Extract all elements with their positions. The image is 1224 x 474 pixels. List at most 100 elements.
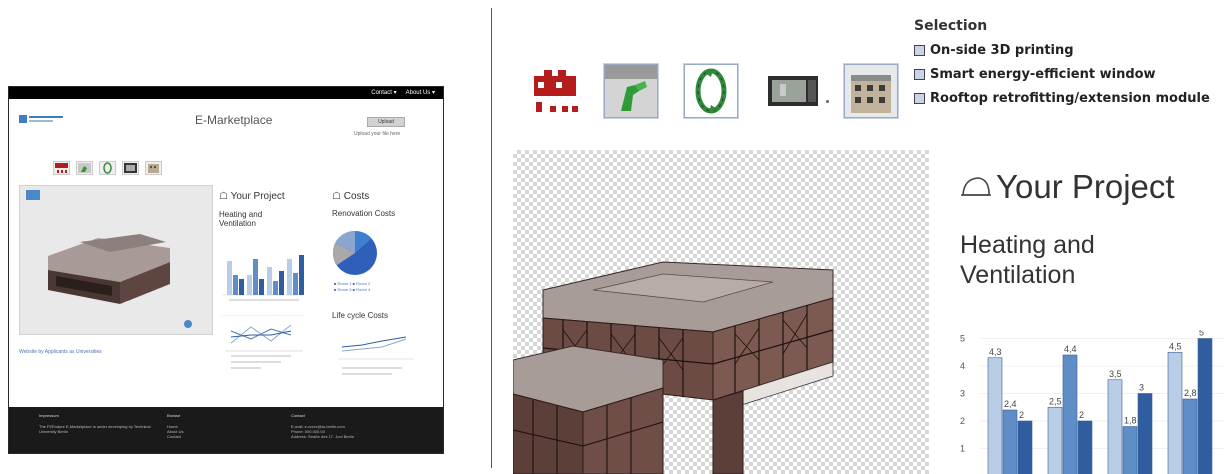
- 3d-printing-icon[interactable]: [76, 161, 93, 175]
- page-footer: Impressum The P2Endure E-Marketplace is …: [9, 407, 443, 453]
- bar: [1017, 420, 1033, 474]
- footer-address: Address: Straße des 17. Juni Berlin: [291, 434, 354, 439]
- y-tick-label: 5: [960, 334, 965, 344]
- nav-contact-label: Contact: [371, 90, 392, 96]
- selection-item-label: On-side 3D printing: [930, 42, 1074, 58]
- selection-item-3d-printing[interactable]: On-side 3D printing: [914, 38, 1210, 62]
- building-module-icon[interactable]: [844, 64, 898, 118]
- bar-value-label: 3,5: [1109, 369, 1122, 379]
- y-tick-label: 2: [960, 416, 965, 426]
- helmet-icon: [961, 177, 991, 196]
- footer-impressum: Impressum The P2Endure E-Marketplace is …: [39, 413, 159, 434]
- 3d-model-viewer-zoomed[interactable]: [513, 150, 929, 474]
- project-subheading: Heating and Ventilation: [219, 210, 263, 228]
- page-title: E-Marketplace: [195, 113, 273, 127]
- footer-text: The P2Endure E-Marketplace is under deve…: [39, 424, 151, 434]
- costs-heading: ☖ Costs: [332, 191, 370, 202]
- factory-icon[interactable]: [53, 161, 70, 175]
- top-navbar: Contact ▾ About Us ▾: [9, 87, 443, 99]
- window-icon[interactable]: [766, 64, 820, 118]
- checkbox-icon[interactable]: [914, 68, 925, 80]
- lifecycle-costs-heading: Life cycle Costs: [332, 311, 389, 320]
- selection-item-label: Rooftop retrofitting/extension module: [930, 90, 1210, 106]
- project-heading-text: Your Project: [230, 191, 285, 202]
- project-heading-zoomed: Your Project: [960, 168, 1175, 206]
- costs-heading-text: Costs: [343, 191, 370, 202]
- 3d-viewer[interactable]: [19, 185, 213, 335]
- selection-item-window[interactable]: Smart energy-efficient window: [914, 62, 1210, 86]
- y-tick-label: 4: [960, 361, 965, 371]
- line-chart-thumb: [221, 315, 305, 369]
- bar-value-label: 3: [1139, 383, 1144, 393]
- bar: [1002, 409, 1018, 474]
- nav-about-label: About Us: [405, 90, 431, 96]
- project-heading-text: Your Project: [996, 168, 1175, 205]
- selection-panel: Selection On-side 3D printing Smart ener…: [914, 18, 1210, 110]
- y-tick-label: 3: [960, 389, 965, 399]
- bar-value-label: 2: [1019, 410, 1024, 420]
- project-heading: ☖ Your Project: [219, 191, 285, 202]
- subheading-line: Heating and: [960, 231, 1095, 259]
- building-model: [513, 261, 834, 474]
- building-model-thumb: [48, 234, 170, 304]
- bar: [1077, 420, 1093, 474]
- bar-value-label: 4,3: [989, 347, 1002, 357]
- chevron-down-icon: ▾: [393, 90, 397, 96]
- chevron-down-icon: ▾: [431, 90, 435, 96]
- bar-value-label: 1,8: [1124, 416, 1137, 426]
- subheading-line: Ventilation: [960, 261, 1076, 289]
- bar: [1107, 379, 1123, 474]
- bar: [1062, 354, 1078, 474]
- footer-heading: Contact: [291, 413, 305, 418]
- factory-icon[interactable]: [528, 64, 582, 118]
- y-tick-label: 1: [960, 444, 965, 454]
- nav-about-link[interactable]: About Us ▾: [406, 89, 435, 96]
- building-module-icon[interactable]: [145, 161, 162, 175]
- nav-contact-link[interactable]: Contact ▾: [371, 89, 396, 96]
- bar: [987, 357, 1003, 474]
- selection-title: Selection: [914, 18, 988, 34]
- bar: [1167, 351, 1183, 474]
- bar: [1122, 426, 1138, 474]
- recycle-icon[interactable]: [99, 161, 116, 175]
- 3d-printing-icon[interactable]: [604, 64, 658, 118]
- renovation-costs-heading: Renovation Costs: [332, 209, 396, 218]
- panel-divider: [491, 8, 492, 468]
- module-icon-row: [53, 161, 162, 175]
- footer-contact: Contact E-mail: s.xxxxx@tu-berlin.com Ph…: [291, 413, 354, 439]
- bar-value-label: 2,5: [1049, 396, 1062, 406]
- bar-value-label: 2: [1079, 410, 1084, 420]
- bar: [1197, 338, 1213, 474]
- footer-browse: Browse Home About Us Contact: [167, 413, 183, 439]
- bar-value-label: 2,8: [1184, 388, 1197, 398]
- footer-link-contact[interactable]: Contact: [167, 434, 183, 439]
- bar-value-label: 4,5: [1169, 341, 1182, 351]
- checkbox-icon[interactable]: [914, 92, 925, 104]
- viewer-control-icon[interactable]: [184, 320, 192, 328]
- marketplace-page: Contact ▾ About Us ▾ E-Marketplace Uploa…: [8, 86, 444, 454]
- bar: [1137, 393, 1153, 474]
- footer-heading: Impressum: [39, 413, 59, 418]
- heating-bar-chart: 123454,32,422,54,423,51,834,52,85: [960, 330, 1224, 474]
- selection-item-rooftop[interactable]: Rooftop retrofitting/extension module: [914, 86, 1210, 110]
- bar-value-label: 4,4: [1064, 344, 1077, 354]
- upload-hint: Upload your file here: [354, 131, 401, 137]
- upload-button[interactable]: Upload: [367, 117, 405, 127]
- lifecycle-line-chart-thumb: [338, 336, 414, 375]
- separator-dot: [826, 100, 829, 103]
- bar-value-label: 2,4: [1004, 399, 1017, 409]
- bar: [1047, 406, 1063, 474]
- project-subheading-zoomed: Heating and Ventilation: [960, 230, 1180, 290]
- checkbox-icon[interactable]: [914, 44, 925, 56]
- bar-value-label: 5: [1199, 330, 1204, 338]
- window-icon[interactable]: [122, 161, 139, 175]
- heating-bar-chart-thumb: [223, 255, 304, 301]
- viewer-link[interactable]: Website by Applicants as Universities: [19, 349, 102, 355]
- screenshot-root: Contact ▾ About Us ▾ E-Marketplace Uploa…: [0, 0, 1224, 474]
- p2endure-logo: [19, 115, 63, 123]
- recycle-icon[interactable]: [684, 64, 738, 118]
- bar: [1182, 398, 1198, 474]
- pie-legend-row: ■ Room 3 ■ Room 4: [334, 287, 371, 292]
- renovation-pie-thumb: [332, 230, 377, 275]
- selection-item-label: Smart energy-efficient window: [930, 66, 1156, 82]
